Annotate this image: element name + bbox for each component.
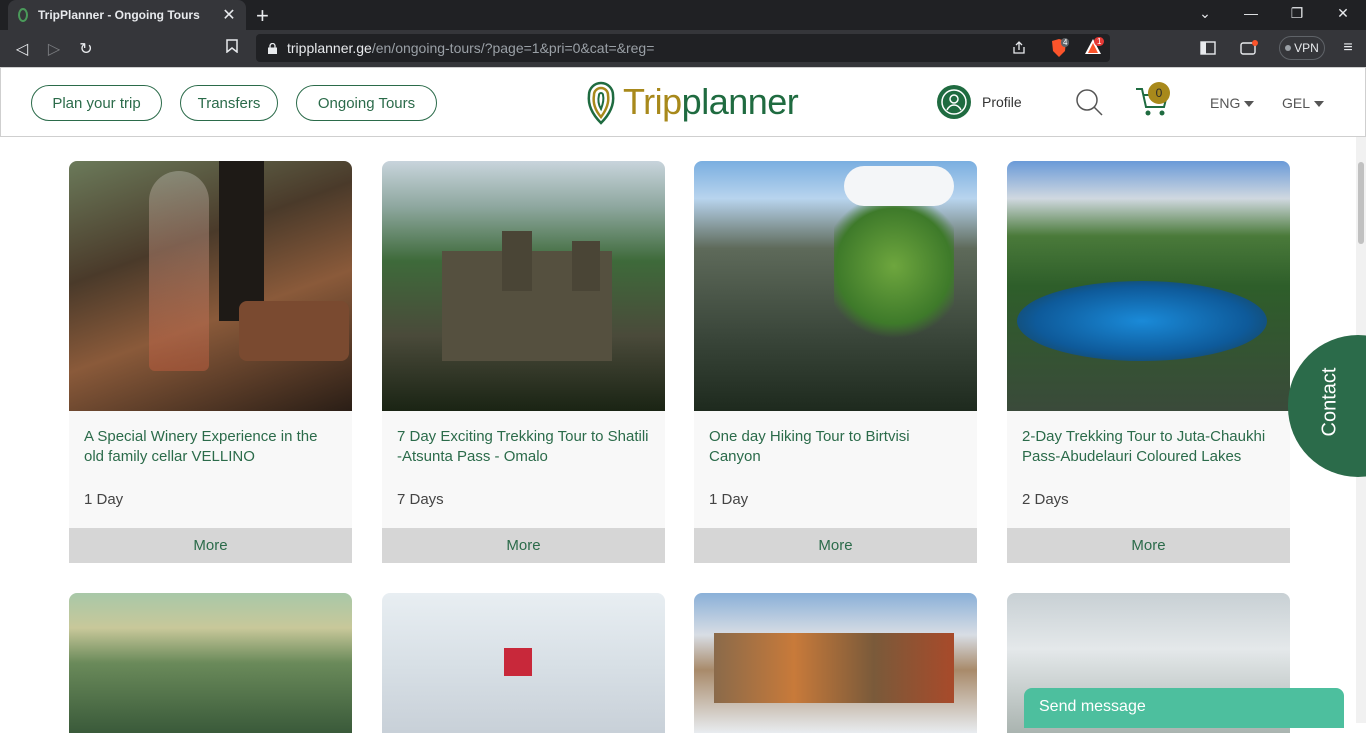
logo-text-trip: Trip [623,81,682,122]
browser-toolbar: ◁ ▷ ↻ tripplanner.ge /en/ongoing-tours/?… [0,30,1366,67]
lock-icon [268,42,277,54]
currency-label: GEL [1282,95,1311,111]
more-button[interactable]: More [1007,528,1290,563]
currency-selector[interactable]: GEL [1282,95,1325,111]
brave-count-badge: 4 [1061,38,1070,47]
tour-title[interactable]: One day Hiking Tour to Birtvisi Canyon [709,427,962,467]
bookmark-icon[interactable] [222,39,242,59]
sidebar-icon[interactable] [1200,40,1216,61]
fingerprint-logo-icon [587,81,615,125]
alert-count-badge: 1 [1094,37,1105,46]
language-caret-icon [1244,101,1255,108]
tour-card[interactable]: One day Hiking Tour to Birtvisi Canyon 1… [694,161,977,563]
language-selector[interactable]: ENG [1210,95,1255,111]
tour-card[interactable]: 2-Day Trekking Tour to Juta-Chaukhi Pass… [1007,161,1290,563]
restore-icon[interactable]: ❐ [1287,5,1307,22]
cart-count-badge: 0 [1148,82,1170,104]
tour-card-body: One day Hiking Tour to Birtvisi Canyon 1… [694,411,977,528]
forward-icon[interactable]: ▷ [44,39,64,59]
send-message-widget[interactable]: Send message [1024,688,1344,728]
currency-caret-icon [1314,101,1325,108]
tour-card[interactable] [69,593,352,733]
tour-card[interactable]: A Special Winery Experience in the old f… [69,161,352,563]
browser-tab-bar: TripPlanner - Ongoing Tours ✕ + ⌄ — ❐ ✕ [0,0,1366,30]
vpn-label: VPN [1294,41,1319,55]
tour-title[interactable]: 2-Day Trekking Tour to Juta-Chaukhi Pass… [1022,427,1275,467]
tour-image-snow-forest[interactable] [382,593,665,733]
brave-shields-icon[interactable]: 4 [1050,38,1072,58]
address-bar[interactable]: tripplanner.ge /en/ongoing-tours/?page=1… [256,34,1110,62]
vpn-status-dot-icon [1285,45,1292,51]
nav-transfers[interactable]: Transfers [180,85,278,121]
nav-plan-your-trip[interactable]: Plan your trip [31,85,162,121]
tour-duration: 7 Days [397,491,444,508]
back-icon[interactable]: ◁ [12,39,32,59]
tour-image-mountain-plateau[interactable] [69,593,352,733]
tour-card[interactable] [382,593,665,733]
site-logo[interactable]: Tripplanner [585,79,799,125]
browser-tab[interactable]: TripPlanner - Ongoing Tours ✕ [8,0,246,30]
url-host: tripplanner.ge [287,40,372,56]
tour-title[interactable]: A Special Winery Experience in the old f… [84,427,337,467]
tour-image-birtvisi[interactable] [694,161,977,411]
profile-avatar-icon[interactable] [937,85,971,119]
search-icon[interactable] [1075,88,1103,116]
minimize-icon[interactable]: — [1241,5,1261,21]
share-icon[interactable] [1012,41,1026,55]
tripplanner-favicon-icon [18,8,28,22]
tab-search-chevron-icon[interactable]: ⌄ [1195,5,1215,22]
tour-duration: 2 Days [1022,491,1069,508]
tour-duration: 1 Day [709,491,749,508]
new-tab-icon[interactable]: + [256,3,276,29]
tour-image-juta[interactable] [1007,161,1290,411]
scrollbar-thumb[interactable] [1358,162,1364,244]
menu-icon[interactable]: ≡ [1338,39,1358,59]
contact-label[interactable]: Contact [1319,368,1342,437]
tab-close-icon[interactable]: ✕ [220,5,238,25]
tour-image-ski-resort[interactable] [694,593,977,733]
tour-card-body: 7 Day Exciting Trekking Tour to Shatili … [382,411,665,528]
tour-card[interactable]: 7 Day Exciting Trekking Tour to Shatili … [382,161,665,563]
logo-text-planner: planner [681,81,799,122]
tour-duration: 1 Day [84,491,124,508]
vpn-button[interactable]: VPN [1279,36,1325,60]
brave-rewards-icon[interactable]: 1 [1084,37,1106,58]
language-label: ENG [1210,95,1241,111]
tour-image-winery[interactable] [69,161,352,411]
wallet-icon[interactable] [1240,40,1258,61]
tour-card[interactable] [694,593,977,733]
more-button[interactable]: More [694,528,977,563]
url-path: /en/ongoing-tours/?page=1&pri=0&cat=&reg… [371,40,655,56]
more-button[interactable]: More [382,528,665,563]
tour-card-body: A Special Winery Experience in the old f… [69,411,352,528]
close-window-icon[interactable]: ✕ [1333,5,1353,22]
tab-title: TripPlanner - Ongoing Tours [38,8,200,22]
more-button[interactable]: More [69,528,352,563]
tour-card-body: 2-Day Trekking Tour to Juta-Chaukhi Pass… [1007,411,1290,528]
tour-image-shatili[interactable] [382,161,665,411]
reload-icon[interactable]: ↻ [76,39,96,59]
tour-title[interactable]: 7 Day Exciting Trekking Tour to Shatili … [397,427,650,467]
profile-link[interactable]: Profile [982,94,1022,110]
site-header: Plan your trip Transfers Ongoing Tours T… [0,67,1366,137]
nav-ongoing-tours[interactable]: Ongoing Tours [296,85,437,121]
